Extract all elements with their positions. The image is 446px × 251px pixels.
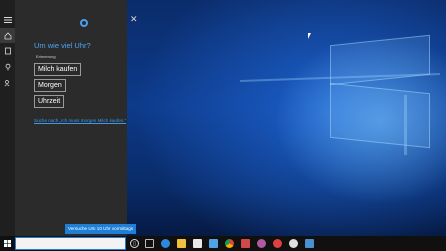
menu-icon[interactable] xyxy=(0,12,15,27)
mouse-cursor xyxy=(308,33,311,39)
cortana-question: Um wie viel Uhr? xyxy=(34,41,91,50)
task-view-icon[interactable] xyxy=(145,239,154,248)
taskbar xyxy=(0,236,446,251)
try-suggestion-button[interactable]: Versuche Um 10 Uhr vormittags xyxy=(65,224,136,234)
notebook-icon[interactable] xyxy=(0,43,15,58)
wallpaper-window-pane xyxy=(330,82,430,149)
app-icon[interactable] xyxy=(305,239,314,248)
cortana-panel: ✕ Um wie viel Uhr? Erinnerung Milch kauf… xyxy=(15,0,138,236)
store-icon[interactable] xyxy=(193,239,202,248)
feedback-icon[interactable] xyxy=(0,75,15,90)
home-icon[interactable] xyxy=(0,28,15,43)
suggestion-morgen[interactable]: Morgen xyxy=(34,79,66,92)
suggestion-uhrzeit[interactable]: Uhrzeit xyxy=(34,95,65,108)
app-icon[interactable] xyxy=(241,239,250,248)
mail-icon[interactable] xyxy=(209,239,218,248)
cortana-icon xyxy=(80,19,88,27)
chrome-icon[interactable] xyxy=(225,239,234,248)
suggestion-milch-kaufen[interactable]: Milch kaufen xyxy=(34,63,82,76)
reminder-section-label: Erinnerung xyxy=(36,54,56,59)
cortana-nav-rail xyxy=(0,0,15,236)
wallpaper-light-beam xyxy=(404,95,407,155)
search-input[interactable] xyxy=(15,237,136,250)
location-icon[interactable] xyxy=(0,59,15,74)
file-explorer-icon[interactable] xyxy=(177,239,186,248)
app-icon[interactable] xyxy=(257,239,266,248)
app-icon[interactable] xyxy=(273,239,282,248)
start-icon[interactable] xyxy=(0,236,15,251)
edge-icon[interactable] xyxy=(161,239,170,248)
close-icon[interactable]: ✕ xyxy=(130,15,138,24)
cortana-icon[interactable] xyxy=(130,239,139,248)
app-icon[interactable] xyxy=(289,239,298,248)
web-search-link[interactable]: Suche nach „Ich muss morgen Milch kaufen… xyxy=(34,118,126,123)
